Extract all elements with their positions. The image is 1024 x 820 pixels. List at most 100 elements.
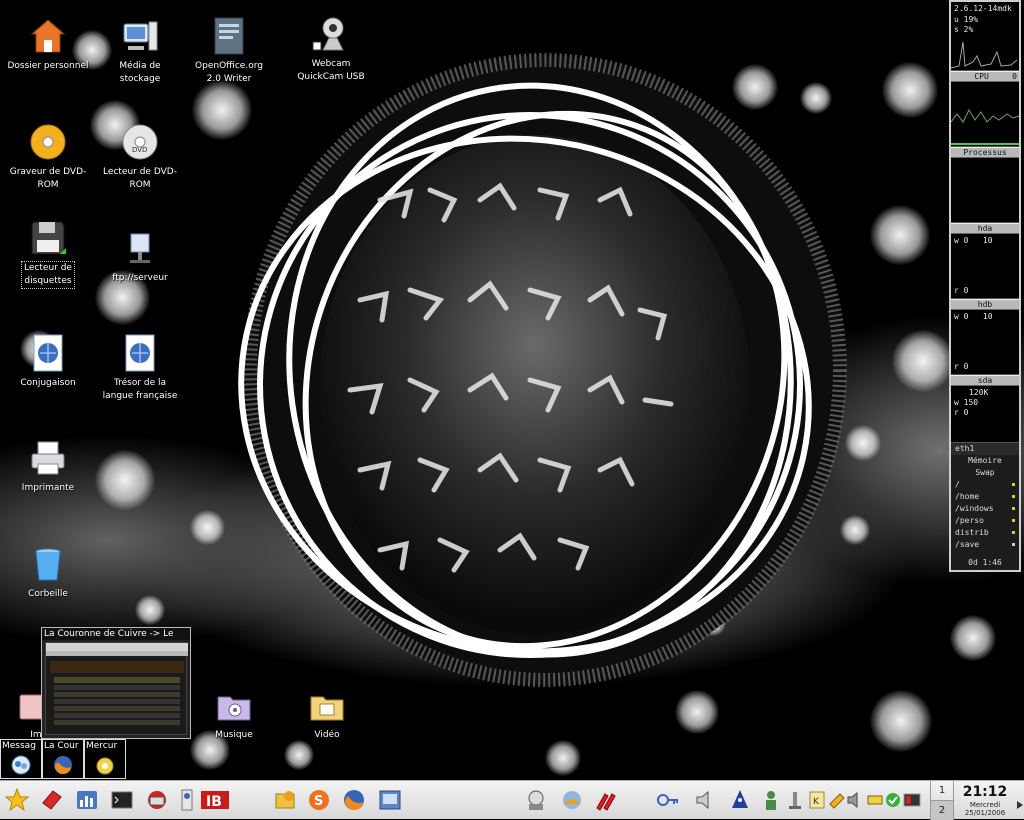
- web-document-icon: [120, 333, 160, 373]
- desktop-icon-printer[interactable]: Imprimante: [2, 438, 94, 495]
- hda-label: hda: [951, 223, 1019, 234]
- kde-panel: IB S K 1 2 21:12 Mercredi 25/01/2006: [0, 780, 1024, 820]
- user-icon[interactable]: [762, 788, 780, 812]
- panel-arrow-icon[interactable]: [1016, 795, 1024, 819]
- konqueror-icon[interactable]: [524, 788, 548, 812]
- clock-date: 25/01/2006: [964, 809, 1006, 817]
- kde-icon[interactable]: [176, 788, 200, 812]
- display-icon[interactable]: [903, 788, 921, 812]
- mercury-icon: [94, 754, 116, 776]
- icon-label: Vidéo: [314, 730, 340, 740]
- fs-row[interactable]: /save: [951, 539, 1019, 551]
- desktop-icon-home[interactable]: Dossier personnel: [2, 16, 94, 73]
- desktop-icon-dvd-burner[interactable]: Graveur de DVD- ROM: [2, 122, 94, 192]
- desktop-icon-conjugaison[interactable]: Conjugaison: [2, 333, 94, 390]
- firefox-icon: [52, 754, 74, 776]
- icon-label: Média de stockage: [119, 61, 161, 84]
- pager-desktop-2[interactable]: 2: [931, 800, 953, 820]
- desktop-icon-storage[interactable]: Média de stockage: [94, 16, 186, 86]
- hdb-write: w 0: [954, 312, 969, 321]
- desktop-icon-video[interactable]: Vidéo: [281, 685, 373, 742]
- taskbar-item-browser[interactable]: La Cour: [42, 739, 84, 779]
- fs-indicator: [1012, 543, 1015, 546]
- process-label: Processus: [951, 147, 1019, 158]
- desktop-pager[interactable]: 1 2: [930, 781, 954, 820]
- fs-label: /: [955, 480, 960, 489]
- speaker-icon[interactable]: [693, 788, 717, 812]
- task-label: Mercur: [86, 741, 118, 751]
- system-monitor[interactable]: 2.6.12-14mdk u 19% s 2% CPU 0 Processus …: [949, 0, 1021, 572]
- icon-label: Dossier personnel: [7, 61, 89, 71]
- kopete-icon[interactable]: [273, 788, 297, 812]
- desktop-icon-webcam[interactable]: Webcam QuickCam USB: [285, 14, 377, 84]
- network-icon[interactable]: [145, 788, 169, 812]
- skype-icon[interactable]: S: [307, 788, 331, 812]
- svg-text:S: S: [314, 794, 323, 809]
- fs-row[interactable]: /windows: [951, 503, 1019, 515]
- browser-preview: [46, 643, 188, 725]
- kcontrol-icon[interactable]: [75, 788, 99, 812]
- klipper-icon[interactable]: K: [808, 788, 826, 812]
- desktop-icon-floppy[interactable]: Lecteur de disquettes: [2, 218, 94, 289]
- icon-label: Conjugaison: [20, 378, 76, 388]
- desktop-icon-trash[interactable]: Corbeille: [2, 544, 94, 601]
- memory-label: Mémoire: [968, 456, 1002, 465]
- check-icon[interactable]: [884, 788, 902, 812]
- task-preview-title: La Couronne de Cuivre -> Le: [42, 628, 190, 640]
- cpu-graph: [951, 41, 1018, 69]
- desktop-icon-music[interactable]: Musique: [188, 685, 280, 742]
- ftp-server-icon: [120, 228, 160, 268]
- fs-indicator: [1012, 531, 1015, 534]
- eraser-icon[interactable]: [40, 788, 64, 812]
- process-graph: [951, 108, 1019, 145]
- svg-text:IB: IB: [206, 794, 222, 810]
- uptime: 0d 1:46: [968, 558, 1002, 567]
- video-folder-icon: [307, 685, 347, 725]
- fs-row[interactable]: distrib: [951, 527, 1019, 539]
- computer-icon: [120, 16, 160, 56]
- note-icon[interactable]: [866, 788, 884, 812]
- cpu-panel: CPU 0: [951, 71, 1019, 82]
- process-chart: [951, 82, 1019, 147]
- dvd-drive-icon: DVD: [120, 122, 160, 162]
- icon-label: ftp://serveur: [112, 273, 168, 283]
- task-preview-thumbnail[interactable]: La Couronne de Cuivre -> Le: [41, 627, 191, 739]
- fs-label: /perso: [955, 516, 984, 525]
- fs-indicator: [1012, 483, 1015, 486]
- screenshot-icon[interactable]: [378, 788, 402, 812]
- fs-indicator: [1012, 519, 1015, 522]
- paint-icon[interactable]: [594, 788, 618, 812]
- dvd-burner-icon: [28, 122, 68, 162]
- taskbar-item-mercury[interactable]: Mercur: [84, 739, 126, 779]
- ib-icon[interactable]: IB: [200, 788, 230, 812]
- mozilla-icon[interactable]: [560, 788, 584, 812]
- fs-row[interactable]: /perso: [951, 515, 1019, 527]
- printer-icon: [28, 438, 68, 478]
- terminal-icon[interactable]: [110, 788, 134, 812]
- key-icon[interactable]: [656, 788, 680, 812]
- pencil-icon[interactable]: [828, 788, 846, 812]
- hda-chart: [951, 158, 1019, 223]
- volume-icon[interactable]: [846, 788, 864, 812]
- wizard-icon[interactable]: [728, 788, 752, 812]
- desktop-icon-writer[interactable]: OpenOffice.org 2.0 Writer: [183, 16, 275, 86]
- swap-label: Swap: [975, 468, 995, 477]
- webcam-icon: [311, 14, 351, 54]
- desktop-icon-dvd-drive[interactable]: DVD Lecteur de DVD- ROM: [94, 122, 186, 192]
- hda-write-value: 10: [982, 236, 993, 245]
- fs-label: distrib: [955, 528, 989, 537]
- star-menu-icon[interactable]: [4, 787, 30, 812]
- hda-read: r 0: [954, 286, 969, 295]
- sda-write: w 150: [954, 398, 979, 407]
- fs-row[interactable]: /home: [951, 491, 1019, 503]
- notification-icon[interactable]: [786, 788, 804, 812]
- icon-label: Trésor de la langue française: [102, 378, 178, 401]
- cpu-chart: 2.6.12-14mdk u 19% s 2%: [951, 2, 1019, 71]
- desktop-icon-tresor[interactable]: Trésor de la langue française: [94, 333, 186, 403]
- pager-desktop-1[interactable]: 1: [931, 781, 953, 800]
- taskbar-item-messenger[interactable]: Messag: [0, 739, 42, 779]
- clock[interactable]: 21:12 Mercredi 25/01/2006: [954, 781, 1016, 820]
- fs-row[interactable]: /: [951, 479, 1019, 491]
- desktop-icon-ftp[interactable]: ftp://serveur: [94, 228, 186, 285]
- firefox-icon[interactable]: [342, 788, 366, 812]
